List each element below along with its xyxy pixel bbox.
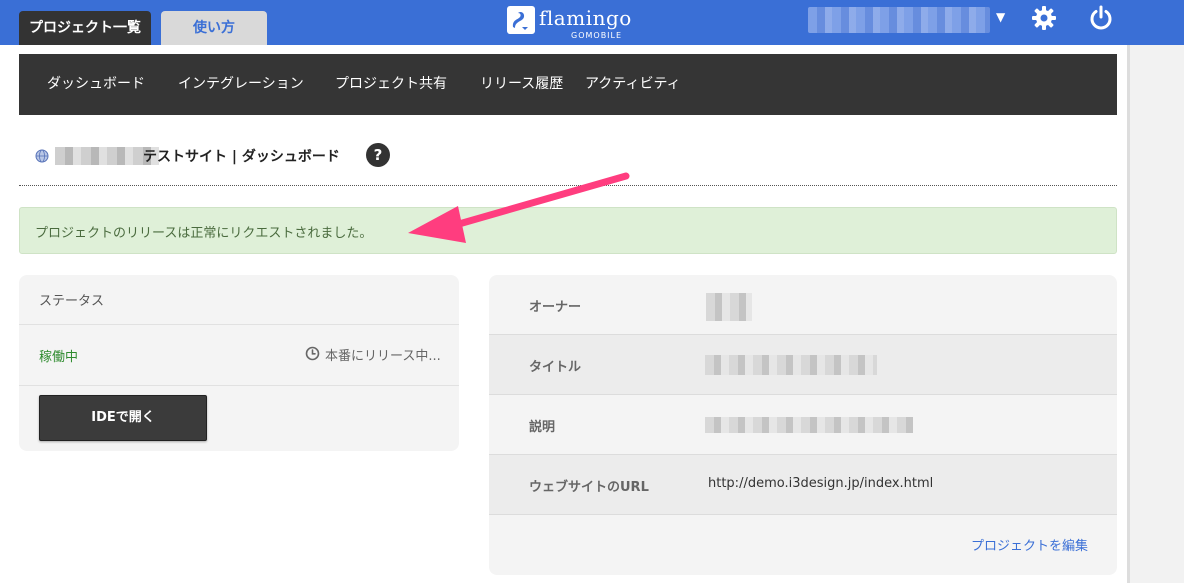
status-badge: 稼働中	[39, 350, 79, 365]
card-edge	[1127, 45, 1130, 583]
description-value-redacted	[705, 417, 913, 433]
info-row-owner: オーナー	[489, 275, 1117, 335]
info-row-title: タイトル	[489, 335, 1117, 395]
release-status-text: 本番にリリース中...	[325, 349, 441, 364]
tab-how-to-use[interactable]: 使い方	[161, 11, 267, 45]
page-title-row: テストサイト | ダッシュボード ?	[19, 130, 1117, 186]
status-panel: ステータス 稼働中 本番にリリース中... IDEで開く	[19, 275, 459, 451]
power-icon[interactable]	[1087, 4, 1115, 32]
sub-navigation: ダッシュボード インテグレーション プロジェクト共有 リリース履歴 アクティビテ…	[19, 54, 1117, 115]
logo-brand-text: flamingo	[539, 6, 632, 30]
logo-sub-text: GOMOBILE	[571, 31, 623, 40]
flamingo-logo-icon	[507, 6, 535, 34]
help-button[interactable]: ?	[366, 143, 390, 167]
owner-label: オーナー	[529, 300, 582, 315]
project-info-panel: オーナー タイトル 説明 ウェブサイトのURL http://demo.i3de…	[489, 275, 1117, 575]
owner-value-redacted	[706, 293, 752, 321]
status-panel-title: ステータス	[39, 294, 105, 309]
flamingo-logo[interactable]: flamingo GOMOBILE	[505, 4, 635, 42]
nav-release-history[interactable]: リリース履歴	[480, 54, 563, 115]
description-label: 説明	[529, 420, 556, 435]
website-url[interactable]: http://demo.i3design.jp/index.html	[708, 476, 933, 491]
clock-icon	[305, 346, 320, 361]
alert-message: プロジェクトのリリースは正常にリクエストされました。	[35, 226, 373, 241]
page-title: テストサイト | ダッシュボード	[143, 149, 340, 165]
info-row-description: 説明	[489, 395, 1117, 455]
nav-project-share[interactable]: プロジェクト共有	[335, 54, 447, 115]
nav-dashboard[interactable]: ダッシュボード	[47, 54, 145, 115]
user-menu-caret-icon[interactable]: ▼	[996, 10, 1005, 24]
title-value-redacted	[705, 355, 877, 375]
tab-project-list[interactable]: プロジェクト一覧	[19, 11, 151, 45]
nav-activity[interactable]: アクティビティ	[585, 54, 681, 115]
release-status: 本番にリリース中...	[305, 345, 441, 364]
url-label: ウェブサイトのURL	[529, 480, 649, 495]
user-name-redacted[interactable]	[808, 7, 990, 33]
top-bar: プロジェクト一覧 使い方 flamingo GOMOBILE ▼	[0, 0, 1184, 45]
title-label: タイトル	[529, 360, 582, 375]
gear-icon[interactable]	[1030, 4, 1058, 32]
status-panel-header: ステータス	[19, 275, 459, 325]
status-row: 稼働中 本番にリリース中...	[19, 325, 459, 386]
open-in-ide-button[interactable]: IDEで開く	[39, 395, 207, 441]
edit-project-link[interactable]: プロジェクトを編集	[971, 535, 1088, 554]
success-alert: プロジェクトのリリースは正常にリクエストされました。	[19, 207, 1117, 254]
info-row-url: ウェブサイトのURL http://demo.i3design.jp/index…	[489, 455, 1117, 515]
globe-icon	[35, 149, 49, 163]
nav-integration[interactable]: インテグレーション	[178, 54, 304, 115]
